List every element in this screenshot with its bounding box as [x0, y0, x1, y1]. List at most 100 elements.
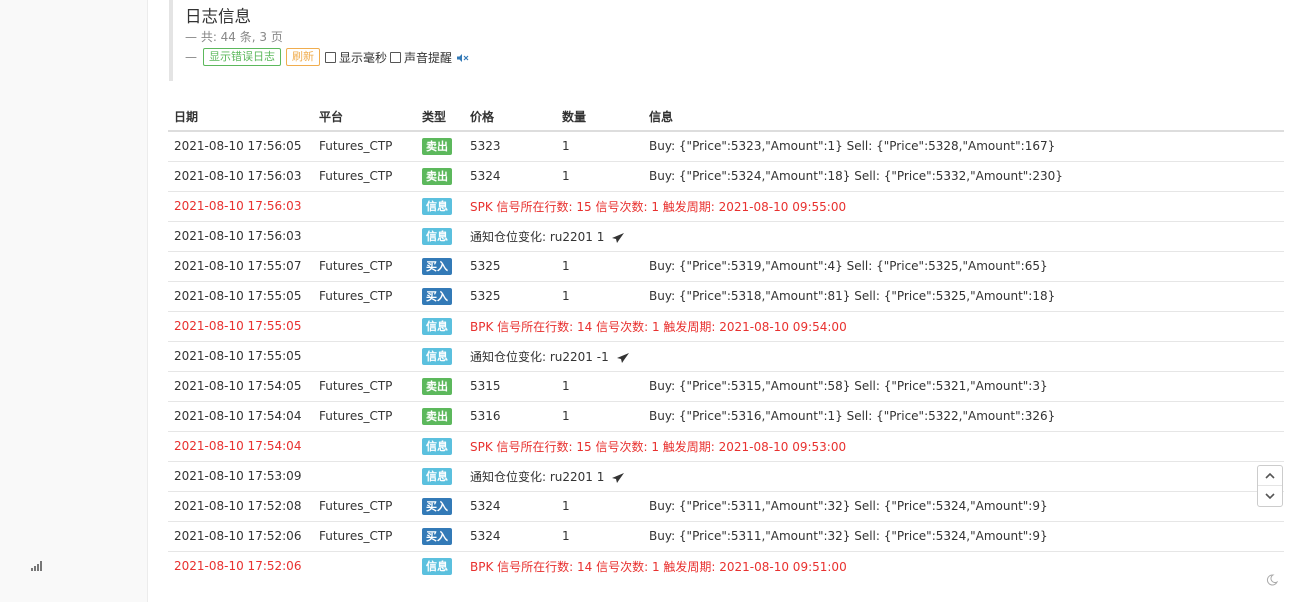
col-header-platform: 平台: [313, 102, 420, 132]
paper-plane-icon: [612, 232, 625, 243]
cell-platform: Futures_CTP: [313, 370, 420, 401]
cell-platform: [313, 430, 420, 461]
sound-alert-checkbox-box[interactable]: [390, 51, 402, 63]
cell-info: Buy: {"Price":5315,"Amount":58} Sell: {"…: [643, 370, 1284, 401]
cell-quantity: 1: [556, 250, 643, 281]
info-tag: 信息: [422, 227, 452, 245]
cell-platform: Futures_CTP: [313, 520, 420, 551]
cell-info: 通知仓位变化: ru2201 1: [470, 229, 605, 244]
cell-price: 5324: [468, 520, 556, 551]
info-tag: 信息: [422, 317, 452, 335]
cell-info: SPK 信号所在行数: 15 信号次数: 1 触发周期: 2021-08-10 …: [468, 430, 1284, 461]
cell-date: 2021-08-10 17:55:05: [168, 280, 313, 311]
table-row: 2021-08-10 17:53:09 信息 通知仓位变化: ru2201 1: [168, 460, 1284, 491]
show-ms-checkbox[interactable]: 显示毫秒: [325, 49, 387, 66]
sound-alert-checkbox[interactable]: 声音提醒: [390, 49, 452, 66]
cell-info: Buy: {"Price":5316,"Amount":1} Sell: {"P…: [643, 400, 1284, 431]
page-title: 日志信息: [185, 7, 251, 26]
cell-platform: Futures_CTP: [313, 160, 420, 191]
cell-date: 2021-08-10 17:56:03: [168, 160, 313, 191]
cell-date: 2021-08-10 17:56:03: [168, 190, 313, 221]
table-row: 2021-08-10 17:54:04 信息 SPK 信号所在行数: 15 信号…: [168, 430, 1284, 461]
cell-platform: Futures_CTP: [313, 280, 420, 311]
cell-date: 2021-08-10 17:55:05: [168, 340, 313, 371]
mute-speaker-icon[interactable]: [457, 52, 469, 62]
cell-price: 5315: [468, 370, 556, 401]
table-row: 2021-08-10 17:54:05 Futures_CTP 卖出 5315 …: [168, 370, 1284, 401]
cell-platform: Futures_CTP: [313, 490, 420, 521]
show-ms-label: 显示毫秒: [339, 50, 388, 65]
table-header-row: 日期 平台 类型 价格 数量 信息: [168, 102, 1284, 132]
cell-platform: [313, 340, 420, 371]
sell-tag: 卖出: [422, 137, 452, 155]
cell-quantity: 1: [556, 280, 643, 311]
cell-date: 2021-08-10 17:55:05: [168, 310, 313, 341]
log-controls: — 显示错误日志 刷新 显示毫秒 声音提醒: [185, 47, 569, 67]
cell-date: 2021-08-10 17:54:05: [168, 370, 313, 401]
col-header-quantity: 数量: [556, 102, 643, 132]
refresh-button[interactable]: 刷新: [286, 48, 320, 66]
chevron-down-icon: [1265, 492, 1275, 499]
cell-date: 2021-08-10 17:54:04: [168, 430, 313, 461]
table-row: 2021-08-10 17:56:03 Futures_CTP 卖出 5324 …: [168, 160, 1284, 191]
cell-info: 通知仓位变化: ru2201 1: [470, 469, 605, 484]
scroll-up-button[interactable]: [1258, 466, 1282, 486]
chevron-up-icon: [1265, 472, 1275, 479]
cell-platform: [313, 460, 420, 491]
cell-quantity: 1: [562, 139, 570, 154]
scroll-buttons: [1257, 465, 1283, 507]
cell-quantity: 1: [556, 160, 643, 191]
sell-tag: 卖出: [422, 377, 452, 395]
log-header: 日志信息 — 共: 44 条, 3 页 — 显示错误日志 刷新 显示毫秒 声音提…: [169, 0, 569, 81]
left-rail: [0, 0, 148, 602]
cell-date: 2021-08-10 17:56:03: [168, 220, 313, 251]
cell-date: 2021-08-10 17:56:05: [174, 139, 302, 154]
cell-price: 5325: [468, 250, 556, 281]
show-error-log-button[interactable]: 显示错误日志: [203, 48, 281, 66]
cell-info: Buy: {"Price":5324,"Amount":18} Sell: {"…: [643, 160, 1284, 191]
cell-info: Buy: {"Price":5319,"Amount":4} Sell: {"P…: [643, 250, 1284, 281]
cell-platform: [313, 220, 420, 251]
controls-dash: —: [185, 50, 197, 64]
log-summary: — 共: 44 条, 3 页: [185, 30, 283, 44]
log-table: 日期 平台 类型 价格 数量 信息 2021-08-10 17:56:05 Fu…: [168, 102, 1284, 581]
cell-info: Buy: {"Price":5311,"Amount":32} Sell: {"…: [643, 520, 1284, 551]
col-header-info: 信息: [643, 102, 1284, 132]
table-row: 2021-08-10 17:52:08 Futures_CTP 买入 5324 …: [168, 490, 1284, 521]
cell-date: 2021-08-10 17:54:04: [168, 400, 313, 431]
cell-platform: [313, 310, 420, 341]
info-tag: 信息: [422, 347, 452, 365]
cell-date: 2021-08-10 17:52:06: [168, 520, 313, 551]
cell-platform: Futures_CTP: [319, 139, 393, 154]
cell-platform: Futures_CTP: [313, 400, 420, 431]
cell-info: 通知仓位变化: ru2201 -1: [470, 349, 609, 364]
info-tag: 信息: [422, 437, 452, 455]
sound-alert-label: 声音提醒: [404, 50, 453, 65]
col-header-price: 价格: [468, 102, 556, 132]
cell-info: Buy: {"Price":5318,"Amount":81} Sell: {"…: [643, 280, 1284, 311]
cell-date: 2021-08-10 17:52:06: [168, 550, 313, 581]
table-row: 2021-08-10 17:54:04 Futures_CTP 卖出 5316 …: [168, 400, 1284, 431]
col-header-type: 类型: [420, 102, 468, 132]
show-ms-checkbox-box[interactable]: [325, 51, 336, 63]
info-tag: 信息: [422, 467, 452, 485]
sell-tag: 卖出: [422, 407, 452, 425]
scroll-down-button[interactable]: [1258, 486, 1282, 506]
cell-price: 5325: [468, 280, 556, 311]
buy-tag: 买入: [422, 257, 452, 275]
table-row: 2021-08-10 17:56:05 Futures_CTP 卖出 5323 …: [168, 131, 1284, 161]
cell-quantity: 1: [556, 520, 643, 551]
cell-date: 2021-08-10 17:53:09: [168, 460, 313, 491]
info-tag: 信息: [422, 197, 452, 215]
moon-icon[interactable]: [1266, 571, 1279, 586]
cell-info: SPK 信号所在行数: 15 信号次数: 1 触发周期: 2021-08-10 …: [468, 190, 1284, 221]
col-header-date: 日期: [168, 102, 313, 132]
table-row: 2021-08-10 17:55:05 Futures_CTP 买入 5325 …: [168, 280, 1284, 311]
buy-tag: 买入: [422, 497, 452, 515]
cell-date: 2021-08-10 17:55:07: [168, 250, 313, 281]
sell-tag: 卖出: [422, 167, 452, 185]
info-tag: 信息: [422, 557, 452, 575]
table-row: 2021-08-10 17:56:03 信息 通知仓位变化: ru2201 1: [168, 220, 1284, 251]
cell-info: Buy: {"Price":5311,"Amount":32} Sell: {"…: [643, 490, 1284, 521]
table-row: 2021-08-10 17:52:06 Futures_CTP 买入 5324 …: [168, 520, 1284, 551]
